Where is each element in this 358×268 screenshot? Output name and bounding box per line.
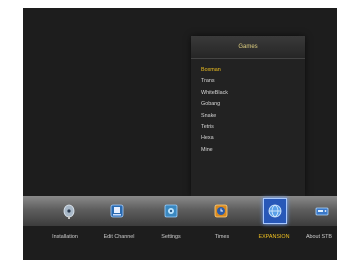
menu-item-about-stb[interactable]	[311, 200, 333, 222]
clock-icon	[214, 204, 228, 218]
satellite-dish-icon	[63, 204, 75, 219]
menu-item-times[interactable]	[210, 200, 232, 222]
game-item-whiteblack[interactable]: WhiteBlack	[191, 88, 305, 99]
menu-item-edit-channel[interactable]	[106, 200, 128, 222]
game-item-boxman[interactable]: Boxman	[191, 65, 305, 76]
main-menu-labels: Installation Edit Channel Settings Times…	[23, 226, 337, 260]
main-menu-bar	[23, 196, 337, 226]
edit-channel-icon	[110, 204, 124, 218]
popup-title: Games	[191, 36, 305, 59]
games-list: Boxman Trans WhiteBlack Gobang Snake Tet…	[191, 59, 305, 156]
game-item-gobang[interactable]: Gobang	[191, 99, 305, 110]
game-item-hexa[interactable]: Hexa	[191, 133, 305, 144]
menu-label-edit-channel[interactable]: Edit Channel	[104, 234, 135, 240]
game-item-tetris[interactable]: Tetris	[191, 122, 305, 133]
menu-item-settings[interactable]	[160, 200, 182, 222]
menu-label-times[interactable]: Times	[215, 234, 229, 240]
menu-label-expansion[interactable]: EXPANSION	[258, 234, 289, 240]
tv-screen: Games Boxman Trans WhiteBlack Gobang Sna…	[23, 8, 337, 260]
menu-label-installation[interactable]: Installation	[52, 234, 78, 240]
expansion-globe-icon	[268, 204, 282, 218]
menu-label-settings[interactable]: Settings	[161, 234, 180, 240]
menu-item-installation[interactable]	[58, 200, 80, 222]
settings-icon	[164, 204, 178, 218]
games-popup: Games Boxman Trans WhiteBlack Gobang Sna…	[191, 36, 305, 196]
game-item-snake[interactable]: Snake	[191, 111, 305, 122]
menu-label-about-stb[interactable]: About STB	[306, 234, 332, 240]
game-item-trans[interactable]: Trans	[191, 76, 305, 87]
game-item-mine[interactable]: Mine	[191, 145, 305, 156]
stb-box-icon	[315, 207, 329, 216]
menu-item-expansion[interactable]	[263, 198, 287, 224]
